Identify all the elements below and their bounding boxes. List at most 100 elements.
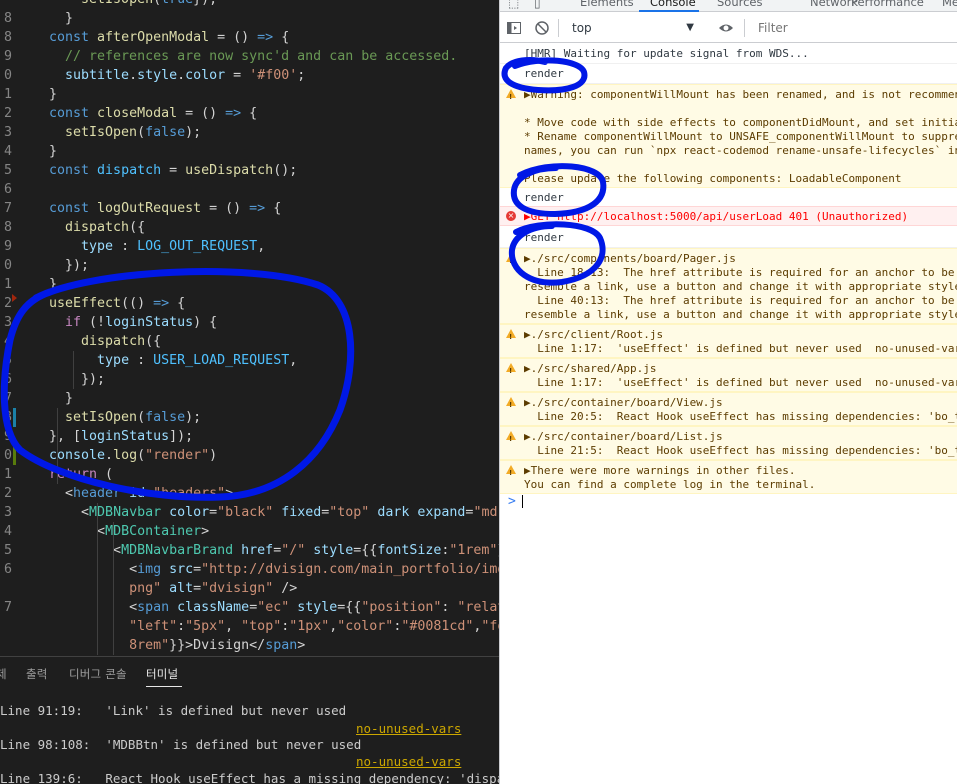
tab-problems[interactable]: 제 — [0, 666, 7, 682]
console-warning[interactable]: ▶./src/container/board/View.js Line 20:5… — [500, 392, 957, 426]
devtools-tabs: ⬚ ▯ Elements Console Sources Network Per… — [500, 0, 957, 12]
code-line[interactable]: 6 <img src="http://dvisign.com/main_port… — [0, 560, 499, 579]
code-token: = — [161, 163, 186, 178]
code-line[interactable]: 3 if (!loginStatus) { — [0, 313, 499, 332]
tab-elements[interactable]: Elements — [580, 0, 634, 9]
console-warning[interactable]: ▶./src/components/board/Pager.js Line 18… — [500, 248, 957, 324]
code-line[interactable]: 1 return ( — [0, 465, 499, 484]
code-line[interactable]: 7 const logOutRequest = () => { — [0, 199, 499, 218]
console-warning[interactable]: ▶There were more warnings in other files… — [500, 460, 957, 494]
code-line[interactable]: 2 const closeModal = () => { — [0, 104, 499, 123]
code-token: expand — [417, 505, 466, 520]
code-token: "#0081cd" — [401, 619, 474, 634]
code-line[interactable]: 9}, [loginStatus]); — [0, 427, 499, 446]
code-text: if (!loginStatus) { — [49, 313, 217, 332]
tab-console[interactable]: Console — [650, 0, 696, 9]
code-token: ={{ — [353, 543, 378, 558]
code-line[interactable]: 8 dispatch({ — [0, 218, 499, 237]
code-editor[interactable]: setIsOpen(true});8 }8const afterOpenModa… — [0, 0, 499, 656]
code-token: "1rem" — [449, 543, 498, 558]
tab-output[interactable]: 출력 — [26, 666, 48, 682]
code-line[interactable]: 8rem"}}>Dvisign</span> — [0, 636, 499, 655]
code-line[interactable]: 5 <MDBNavbarBrand href="/" style={{fontS… — [0, 541, 499, 560]
code-line[interactable]: 0 }); — [0, 256, 499, 275]
console-warning[interactable]: ▶./src/client/Root.js Line 1:17: 'useEff… — [500, 324, 957, 358]
git-gutter-marker — [13, 446, 16, 465]
code-line[interactable]: 4 <MDBContainer> — [0, 522, 499, 541]
filter-input[interactable] — [752, 19, 957, 37]
code-line[interactable]: "left":"5px", "top":"1px","color":"#0081… — [0, 617, 499, 636]
console-message[interactable]: render — [500, 64, 957, 84]
code-line[interactable]: 9 type : LOG_OUT_REQUEST, — [0, 237, 499, 256]
code-line[interactable]: 3 setIsOpen(false); — [0, 123, 499, 142]
code-line[interactable]: 9 // references are now sync'd and can b… — [0, 47, 499, 66]
console-warning[interactable]: ▶./src/shared/App.js Line 1:17: 'useEffe… — [500, 358, 957, 392]
console-message-text: render — [524, 231, 564, 244]
sidebar-toggle-icon[interactable] — [506, 20, 522, 36]
eye-icon[interactable] — [718, 20, 734, 36]
code-line[interactable]: 8 setIsOpen(false); — [0, 408, 499, 427]
tab-terminal[interactable]: 터미널 — [146, 666, 178, 682]
console-error[interactable]: × ▶GET http://localhost:5000/api/userLoad… — [500, 206, 957, 226]
code-token: } — [49, 87, 58, 102]
console-input-caret[interactable] — [522, 495, 523, 508]
code-line[interactable]: 5 const dispatch = useDispatch(); — [0, 161, 499, 180]
device-toolbar-icon[interactable]: ▯ — [534, 0, 541, 10]
code-token: = — [273, 543, 282, 558]
code-line[interactable]: 7 <span className="ec" style={{"position… — [0, 598, 499, 617]
tab-performance[interactable]: Performance — [851, 0, 924, 9]
context-value: top — [572, 21, 592, 35]
code-token: true — [161, 0, 193, 7]
tab-sources[interactable]: Sources — [717, 0, 763, 9]
code-line[interactable]: 1} — [0, 85, 499, 104]
code-token: "left" — [129, 619, 178, 634]
code-token: color — [185, 68, 226, 83]
inspect-icon[interactable]: ⬚ — [508, 0, 519, 10]
code-token: { — [169, 296, 186, 311]
console-warning[interactable]: ▶Warning: componentWillMount has been re… — [500, 84, 957, 188]
console-message[interactable]: render — [500, 188, 957, 208]
console-message[interactable]: render — [500, 228, 957, 248]
code-text: console.log("render") — [49, 446, 217, 465]
code-token: // references are now sync'd and can be … — [65, 49, 458, 64]
code-token: "/" — [281, 543, 306, 558]
indent-guide — [113, 522, 114, 655]
console-warning[interactable]: ▶./src/container/board/List.js Line 21:5… — [500, 426, 957, 460]
code-line[interactable]: 1} — [0, 275, 499, 294]
tab-memory[interactable]: Me — [942, 0, 957, 9]
code-line[interactable]: 8 const afterOpenModal = () => { — [0, 28, 499, 47]
code-line[interactable]: 2 <header id="headers"> — [0, 484, 499, 503]
code-line[interactable]: 7 } — [0, 389, 499, 408]
code-line[interactable]: 5 type : USER_LOAD_REQUEST, — [0, 351, 499, 370]
code-line[interactable]: png" alt="dvisign" /> — [0, 579, 499, 598]
code-line[interactable]: 0 subtitle.style.color = '#f00'; — [0, 66, 499, 85]
terminal-rule-link[interactable]: no-unused-vars — [356, 754, 461, 770]
code-line[interactable]: 2 useEffect(() => { — [0, 294, 499, 313]
code-line[interactable]: 6 }); — [0, 370, 499, 389]
code-line[interactable]: setIsOpen(true}); — [0, 0, 499, 9]
code-token: > — [201, 524, 210, 539]
terminal-rule-link[interactable]: no-unused-vars — [356, 721, 461, 737]
code-token: setIsOpen — [81, 0, 153, 7]
console-message-text: [HMR] Waiting for update signal from WDS… — [524, 47, 809, 60]
line-number: 2 — [3, 486, 12, 501]
code-token: . — [105, 448, 114, 463]
tab-debug-console[interactable]: 디버그 콘솔 — [69, 666, 127, 682]
clear-console-icon[interactable] — [534, 20, 550, 36]
code-text: <header id="headers"> — [49, 484, 233, 503]
code-line[interactable]: 6 — [0, 180, 499, 199]
warning-icon — [506, 465, 516, 480]
console-message[interactable]: [HMR] Waiting for update signal from WDS… — [500, 44, 957, 64]
code-line[interactable]: 3 <MDBNavbar color="black" fixed="top" d… — [0, 503, 499, 522]
code-line[interactable]: 8 } — [0, 9, 499, 28]
context-selector[interactable]: top ▼ — [566, 19, 700, 37]
code-line[interactable]: 4 dispatch({ — [0, 332, 499, 351]
code-line[interactable]: 0 console.log("render") — [0, 446, 499, 465]
code-text: <span className="ec" style={{"position":… — [49, 598, 499, 617]
error-icon: × — [506, 211, 516, 221]
code-line[interactable]: 4} — [0, 142, 499, 161]
code-token: href — [241, 543, 274, 558]
